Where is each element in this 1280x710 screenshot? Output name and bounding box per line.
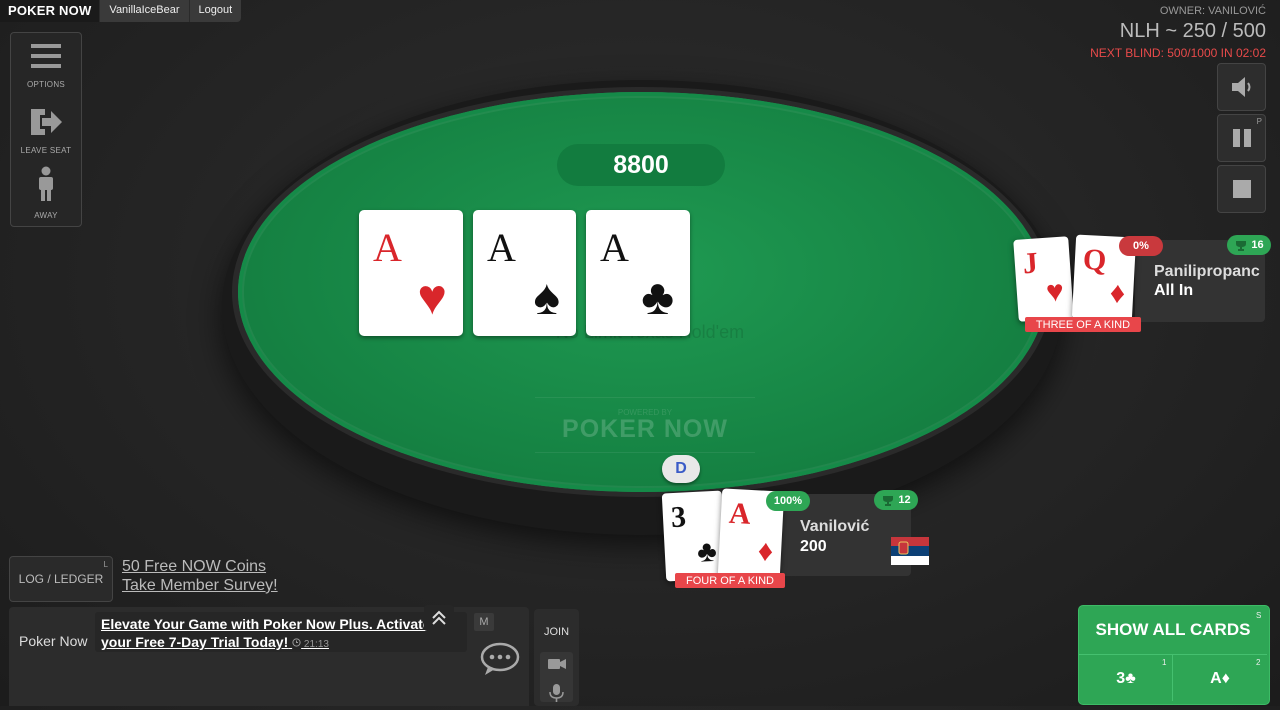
media-controls	[540, 652, 573, 702]
hero-wins-badge: 12	[874, 490, 918, 510]
card-rank: 3	[670, 500, 687, 535]
blinds-label: NLH ~ 250 / 500	[1119, 20, 1266, 42]
stop-button[interactable]	[1217, 165, 1266, 213]
video-camera-icon[interactable]	[540, 652, 573, 676]
clock-icon	[292, 638, 301, 647]
options-label: OPTIONS	[26, 80, 66, 89]
show-card-1-label: 3♣	[1116, 670, 1136, 687]
community-card-3: A ♣	[586, 210, 690, 336]
left-menu: OPTIONS LEAVE SEAT AWAY	[10, 32, 82, 227]
chat-toggle-button[interactable]	[480, 642, 520, 681]
brand-logo: POKER NOW	[0, 0, 100, 22]
spade-suit-icon: ♠	[533, 269, 560, 325]
free-coins-link[interactable]: 50 Free NOW Coins	[122, 558, 266, 576]
sound-button[interactable]	[1217, 63, 1266, 111]
owner-label: OWNER: VANILOVIĆ	[1159, 5, 1266, 17]
leave-seat-icon	[31, 109, 62, 135]
opponent-equity-badge: 0%	[1119, 236, 1163, 256]
next-blind-label: NEXT BLIND: 500/1000 IN 02:02	[1090, 46, 1266, 60]
card-rank: A	[728, 496, 752, 531]
away-button[interactable]: AWAY	[11, 166, 81, 220]
pot-amount: 8800	[557, 144, 725, 186]
logo-divider-top	[535, 397, 755, 398]
serbia-flag-icon	[891, 537, 929, 565]
log-ledger-label: LOG / LEDGER	[18, 572, 104, 586]
hero-card-1: 3 ♣	[661, 490, 727, 582]
log-ledger-button[interactable]: LOG / LEDGER L	[9, 556, 113, 602]
chat-mute-hotkey: M	[474, 613, 494, 631]
hero-name: Vanilović	[800, 518, 870, 535]
card-rank: A	[600, 225, 629, 270]
show-all-hotkey: S	[1256, 611, 1262, 620]
logo-divider-bottom	[535, 452, 755, 453]
trophy-icon	[1236, 240, 1247, 251]
expand-chat-button[interactable]	[424, 605, 454, 631]
card-2-hotkey: 2	[1256, 658, 1261, 667]
wins-count: 16	[1251, 239, 1264, 251]
hamburger-icon	[31, 44, 61, 68]
diamond-suit-icon: ♦	[756, 534, 774, 569]
club-suit-icon: ♣	[696, 534, 718, 569]
top-bar: POKER NOW VanillaIceBear Logout	[0, 0, 242, 22]
card-rank: A	[373, 225, 402, 270]
dealer-button: D	[662, 455, 700, 483]
card-1-hotkey: 1	[1162, 658, 1167, 667]
stop-icon	[1232, 180, 1251, 198]
heart-suit-icon: ♥	[1044, 274, 1066, 309]
logout-button[interactable]: Logout	[188, 0, 242, 22]
chat-time: 21:13	[292, 638, 329, 650]
chat-message-text: Elevate Your Game with Poker Now Plus. A…	[101, 616, 431, 650]
hero-stack: 200	[800, 538, 827, 555]
show-card-2-label: A♦	[1210, 670, 1230, 687]
community-card-2: A ♠	[473, 210, 576, 336]
opponent-wins-badge: 16	[1227, 235, 1271, 255]
chat-time-value: 21:13	[303, 639, 329, 650]
pause-icon	[1232, 129, 1251, 147]
opponent-card-1: J ♥	[1013, 236, 1074, 322]
leave-seat-label: LEAVE SEAT	[20, 146, 72, 155]
trophy-icon	[883, 495, 894, 506]
join-call-button[interactable]: JOIN	[534, 626, 579, 638]
opponent-stack: All In	[1154, 282, 1194, 299]
card-rank: J	[1021, 246, 1040, 281]
club-suit-icon: ♣	[641, 269, 674, 325]
away-label: AWAY	[34, 211, 58, 220]
chat-message-link[interactable]: Elevate Your Game with Poker Now Plus. A…	[101, 615, 431, 654]
microphone-icon[interactable]	[540, 681, 573, 705]
show-card-2-button[interactable]: A♦	[1173, 654, 1267, 703]
hero-hand-label: FOUR OF A KIND	[675, 573, 785, 588]
options-button[interactable]: OPTIONS	[11, 43, 81, 89]
person-icon	[39, 166, 53, 201]
card-rank: Q	[1082, 242, 1108, 278]
card-rank: A	[487, 225, 516, 270]
community-card-1: A ♥	[359, 210, 463, 336]
pause-button[interactable]: P	[1217, 114, 1266, 162]
chat-sender: Poker Now	[19, 633, 88, 649]
pause-hotkey: P	[1256, 117, 1262, 126]
username-button[interactable]: VanillaIceBear	[99, 0, 189, 22]
wins-count: 12	[898, 494, 911, 506]
heart-suit-icon: ♥	[417, 269, 447, 325]
double-chevron-up-icon	[432, 610, 446, 625]
diamond-suit-icon: ♦	[1109, 276, 1127, 311]
opponent-hand-label: THREE OF A KIND	[1025, 317, 1141, 332]
show-card-1-button[interactable]: 3♣	[1079, 654, 1173, 703]
member-survey-link[interactable]: Take Member Survey!	[122, 577, 278, 595]
speaker-icon	[1231, 77, 1250, 97]
show-all-cards-button[interactable]: SHOW ALL CARDS	[1078, 620, 1268, 640]
leave-seat-button[interactable]: LEAVE SEAT	[11, 107, 81, 155]
opponent-name: Panilipropanc	[1154, 263, 1260, 280]
speech-bubble-icon	[480, 642, 520, 675]
log-hotkey: L	[103, 560, 108, 569]
hero-equity-badge: 100%	[766, 491, 810, 511]
poker-now-table-logo: POKER NOW	[562, 415, 728, 443]
